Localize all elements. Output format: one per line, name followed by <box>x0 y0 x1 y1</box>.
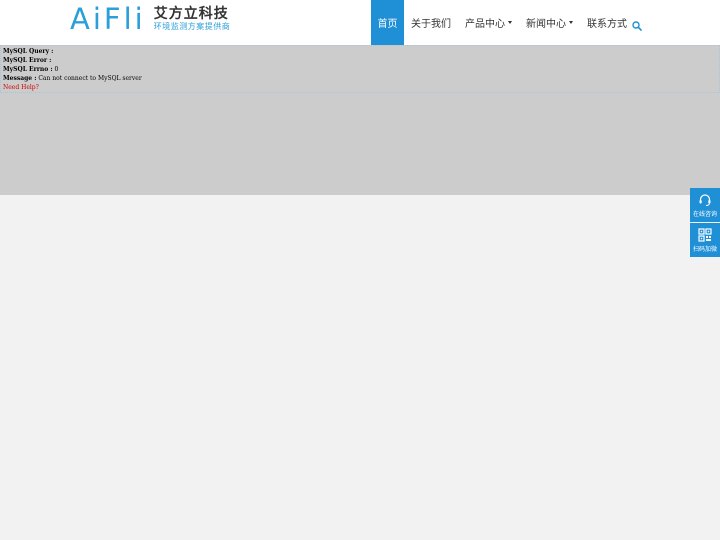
side-contact-panel: 在线咨询 扫码加微 <box>690 188 720 258</box>
qr-code-icon <box>698 227 712 242</box>
error-panel: MySQL Query : MySQL Error : MySQL Errno … <box>0 45 720 195</box>
error-error-row: MySQL Error : <box>3 56 717 65</box>
logo-company-name: 艾方立科技 <box>153 6 229 22</box>
search-button[interactable] <box>632 16 644 31</box>
qr-code-label: 扫码加微 <box>692 245 717 253</box>
nav-item-contact[interactable]: 联系方式 <box>580 0 634 45</box>
nav-item-label: 产品中心 <box>465 19 505 30</box>
nav-item-home[interactable]: 首页 <box>371 0 404 45</box>
nav-item-label: 新闻中心 <box>526 19 566 30</box>
error-errno-value: 0 <box>54 66 59 73</box>
main-nav: 首页 关于我们 产品中心 新闻中心 联系方式 <box>371 0 634 45</box>
chevron-down-icon <box>508 21 512 24</box>
site-header: AiFli 艾方立科技 环境监测方案提供商 首页 关于我们 产品中心 新闻中心 … <box>0 0 720 45</box>
qr-code-button[interactable]: 扫码加微 <box>690 223 720 257</box>
search-icon <box>632 21 642 31</box>
online-consult-button[interactable]: 在线咨询 <box>690 188 720 222</box>
error-query-row: MySQL Query : <box>3 47 717 56</box>
error-message-label: Message : <box>3 75 37 82</box>
logo-text: 艾方立科技 环境监测方案提供商 <box>154 7 231 31</box>
chevron-down-icon <box>569 21 573 24</box>
error-errno-label: MySQL Errno : <box>3 66 53 73</box>
logo-mark: AiFli <box>70 2 146 36</box>
nav-item-about[interactable]: 关于我们 <box>404 0 458 45</box>
error-message-box: MySQL Query : MySQL Error : MySQL Errno … <box>0 45 720 93</box>
error-errno-row: MySQL Errno : 0 <box>3 65 717 74</box>
nav-item-label: 首页 <box>377 19 398 30</box>
nav-item-label: 关于我们 <box>411 19 451 30</box>
error-message-value: Can not connect to MySQL server <box>38 75 142 82</box>
error-message-row: Message : Can not connect to MySQL serve… <box>3 74 717 83</box>
site-logo[interactable]: AiFli 艾方立科技 环境监测方案提供商 <box>70 4 230 34</box>
nav-item-news[interactable]: 新闻中心 <box>519 0 580 45</box>
error-query-label: MySQL Query : <box>3 48 54 55</box>
headset-icon <box>699 193 711 206</box>
logo-tagline: 环境监测方案提供商 <box>153 22 231 31</box>
need-help-link[interactable]: Need Help? <box>3 84 39 91</box>
online-consult-label: 在线咨询 <box>692 210 717 218</box>
error-help-row: Need Help? <box>3 83 717 92</box>
error-error-label: MySQL Error : <box>3 57 52 64</box>
nav-item-label: 联系方式 <box>587 19 627 30</box>
nav-item-products[interactable]: 产品中心 <box>458 0 519 45</box>
